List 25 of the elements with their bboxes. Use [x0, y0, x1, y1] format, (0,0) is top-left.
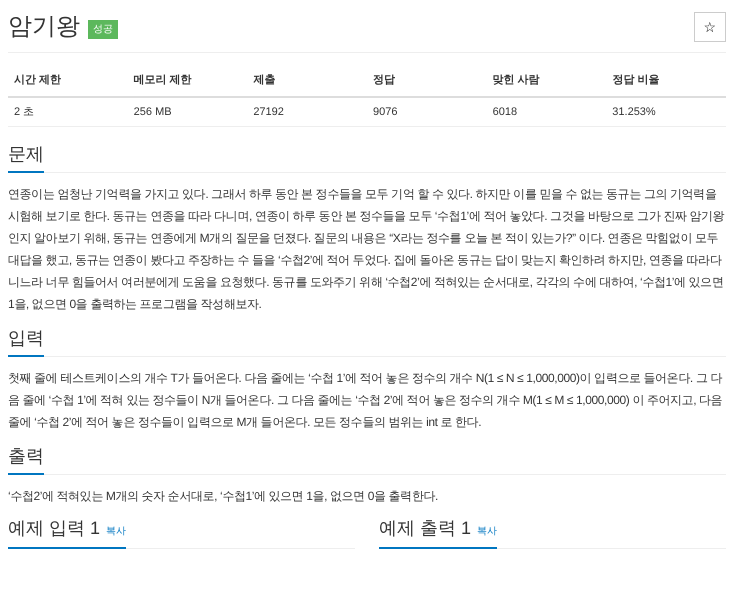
section-text: 첫째 줄에 테스트케이스의 개수 T가 들어온다. 다음 줄에는 ‘수첩 1’에 적어 놓은 정수의 개수 N(1 ≤ N ≤ 1,000,000)이 입력으로 들어온다. 그 다음 줄에 ‘수첩 1’에 적혀 있는 정수들이 N개 들어온다. 그 다음 줄에는 ‘수첩 2’에 적어 놓은 정수의 개수 M(1 ≤ M ≤ 1,000,000) 이 주어지고, 다음 줄에 ‘수첩 2’에 적어 놓은 정수들이 입력으로 M개 들어온다. 모든 정수들의 범위는 int 로 한다. [8, 370, 724, 431]
column-header: 시간 제한 [8, 65, 128, 96]
section-heading: 문제 [8, 141, 44, 173]
table-cell: 31.253% [606, 96, 726, 126]
example-heading: 예제 입력 1 [8, 517, 100, 540]
section-text: ‘수첩2’에 적혀있는 M개의 숫자 순서대로, ‘수첩1’에 있으면 1을, 없으면 0을 출력한다. [8, 488, 439, 505]
table-cell: 256 MB [128, 96, 248, 126]
table-cell: 2 초 [8, 96, 128, 126]
star-button[interactable]: ☆ [694, 12, 726, 42]
column-header: 제출 [247, 65, 367, 96]
example-heading: 예제 출력 1 [379, 517, 472, 540]
column-header: 맞힌 사람 [486, 65, 606, 96]
column-header: 메모리 제한 [128, 65, 248, 96]
problem-title: 암기왕 [8, 12, 80, 42]
copy-link[interactable]: 복사 [477, 524, 498, 539]
column-header: 정답 비율 [606, 65, 726, 96]
section-heading: 출력 [8, 443, 44, 475]
status-badge: 성공 [88, 20, 118, 39]
table-cell: 9076 [366, 96, 487, 126]
section-heading: 입력 [8, 325, 44, 357]
table-cell: 6018 [486, 96, 606, 126]
column-header: 정답 [366, 65, 487, 96]
section-text: 연종이는 엄청난 기억력을 가지고 있다. 그래서 하루 동안 본 정수들을 모두 기억 할 수 있다. 하지만 이를 믿을 수 없는 동규는 그의 기억력을 시험해 보기로 한다. 동규는 연종을 따라 다니며, 연종이 하루 동안 본 정수들을 모두 ‘수첩1’에 적어 놓았다. 그것을 바탕으로 그가 진짜 암기왕인지 알아보기 위해, 동규는 연종에게 M개의 질문을 던졌다. 질문의 내용은 “X라는 정수를 오늘 본 적이 있는가?” 이다. 연종은 막힘없이 모두 대답을 했고, 동규는 연종이 봤다고 주장하는 수 들을 ‘수첩2’에 적어 두었다. 집에 돌아온 동규는 답이 맞는지 확인하려 하지만, 연종을 따라다니느라 너무 힘들어서 여러분에게 도움을 요청했다. 동규를 도와주기 위해 ‘수첩2’에 적혀있는 순서대로, 각각의 수에 대하여, ‘수첩1’에 있으면 1을, 없으면 0을 출력하는 프로그램을 작성해보자. [8, 186, 726, 313]
table-cell: 27192 [247, 96, 367, 126]
copy-link[interactable]: 복사 [106, 524, 126, 539]
